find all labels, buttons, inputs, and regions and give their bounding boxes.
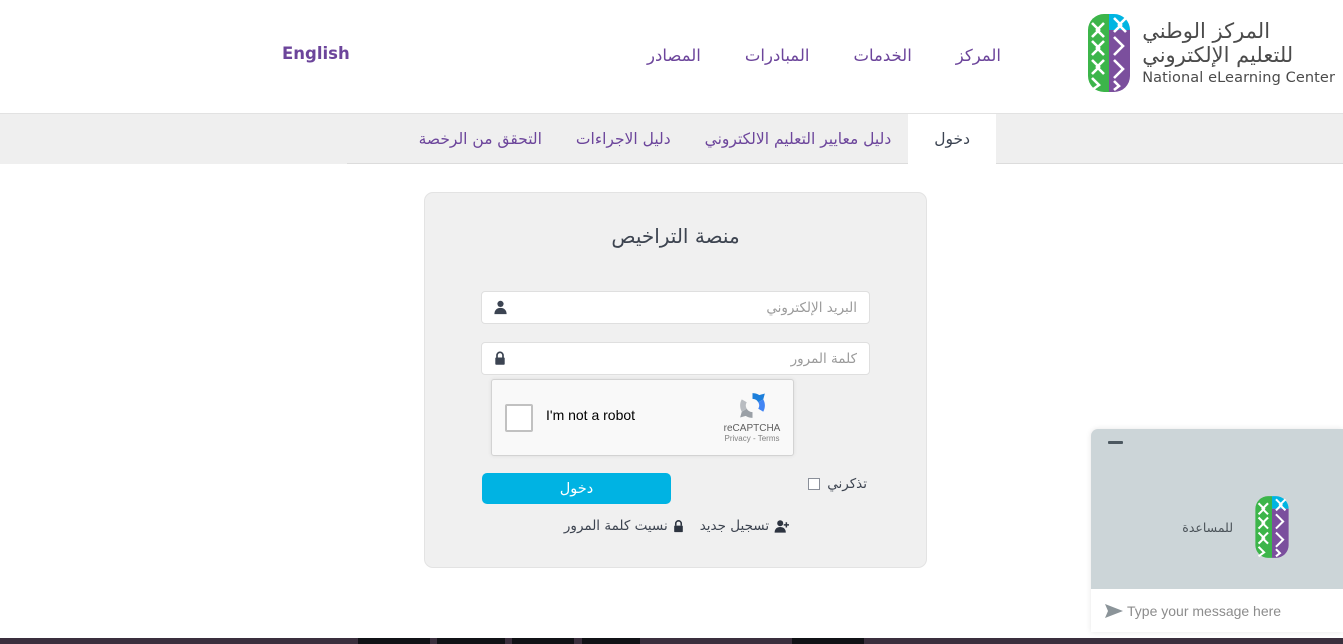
recaptcha-label: I'm not a robot [546, 407, 636, 423]
recaptcha-brand-label: reCAPTCHA [723, 423, 781, 434]
nelc-logo-icon [1088, 14, 1131, 92]
register-link[interactable]: تسجيل جديد [699, 518, 790, 534]
lock-icon [673, 519, 684, 533]
tab-login[interactable]: دخول [908, 114, 996, 164]
nelc-logo-icon [1255, 496, 1289, 558]
remember-me-control[interactable]: تذكرني [808, 476, 867, 492]
primary-navigation: المركز الخدمات المبادرات المصادر [625, 42, 1023, 69]
site-header: المركز الوطني للتعليم الإلكتروني Nationa… [0, 0, 1343, 108]
chat-widget: للمساعدة [1091, 429, 1343, 632]
recaptcha-branding: reCAPTCHA Privacy - Terms [723, 389, 781, 443]
card-links: تسجيل جديد نسيت كلمة المرور [425, 518, 928, 534]
password-input[interactable] [482, 343, 869, 374]
remember-me-label: تذكرني [827, 476, 867, 492]
recaptcha-checkbox[interactable] [505, 404, 533, 432]
brand-arabic-line1: المركز الوطني [1142, 18, 1271, 43]
tabbar-spacer [0, 114, 347, 164]
recaptcha-widget[interactable]: I'm not a robot reCAPTCHA Privacy - Term… [491, 379, 794, 456]
forgot-password-link-label: نسيت كلمة المرور [563, 518, 668, 534]
brand-english-name: National eLearning Center [1142, 70, 1335, 87]
language-switch-link[interactable]: English [282, 44, 350, 63]
site-logo[interactable]: المركز الوطني للتعليم الإلكتروني Nationa… [1085, 14, 1335, 92]
page-title: منصة التراخيص [611, 224, 740, 248]
nav-item-resources[interactable]: المصادر [625, 42, 723, 69]
recaptcha-icon [739, 393, 765, 418]
register-link-label: تسجيل جديد [699, 518, 770, 534]
chat-input[interactable] [1125, 601, 1331, 620]
lock-icon [493, 351, 507, 366]
tabbar-items: دخول دليل معايير التعليم الالكتروني دليل… [402, 114, 996, 164]
nav-item-services[interactable]: الخدمات [831, 42, 933, 69]
footer-strip [0, 638, 1343, 644]
recaptcha-terms-label[interactable]: Privacy - Terms [723, 434, 781, 443]
user-plus-icon [774, 519, 790, 533]
secondary-tabbar: دخول دليل معايير التعليم الالكتروني دليل… [0, 113, 1343, 164]
brand-text: المركز الوطني للتعليم الإلكتروني Nationa… [1142, 19, 1335, 88]
remember-me-checkbox[interactable] [808, 478, 821, 490]
send-icon[interactable] [1103, 602, 1125, 620]
tab-procedures-guide[interactable]: دليل الاجراءات [559, 114, 688, 164]
user-icon [493, 300, 507, 315]
login-card: منصة التراخيص I'm not [424, 192, 927, 568]
forgot-password-link[interactable]: نسيت كلمة المرور [564, 518, 684, 534]
email-input[interactable] [482, 292, 869, 323]
nav-item-initiatives[interactable]: المبادرات [723, 42, 832, 69]
tab-elearning-standards-guide[interactable]: دليل معايير التعليم الالكتروني [688, 114, 909, 164]
email-field-wrapper[interactable] [481, 291, 870, 324]
chat-body: للمساعدة [1091, 465, 1343, 589]
page-root: المركز الوطني للتعليم الإلكتروني Nationa… [0, 0, 1343, 644]
tab-verify-license[interactable]: التحقق من الرخصة [402, 114, 559, 164]
login-button[interactable]: دخول [482, 473, 671, 504]
nav-item-center[interactable]: المركز [934, 42, 1023, 69]
brand-arabic-line2: للتعليم الإلكتروني [1142, 43, 1294, 68]
password-field-wrapper[interactable] [481, 342, 870, 375]
chat-input-row [1091, 589, 1343, 632]
chat-message: للمساعدة [1182, 519, 1233, 535]
minimize-icon[interactable] [1108, 441, 1123, 444]
